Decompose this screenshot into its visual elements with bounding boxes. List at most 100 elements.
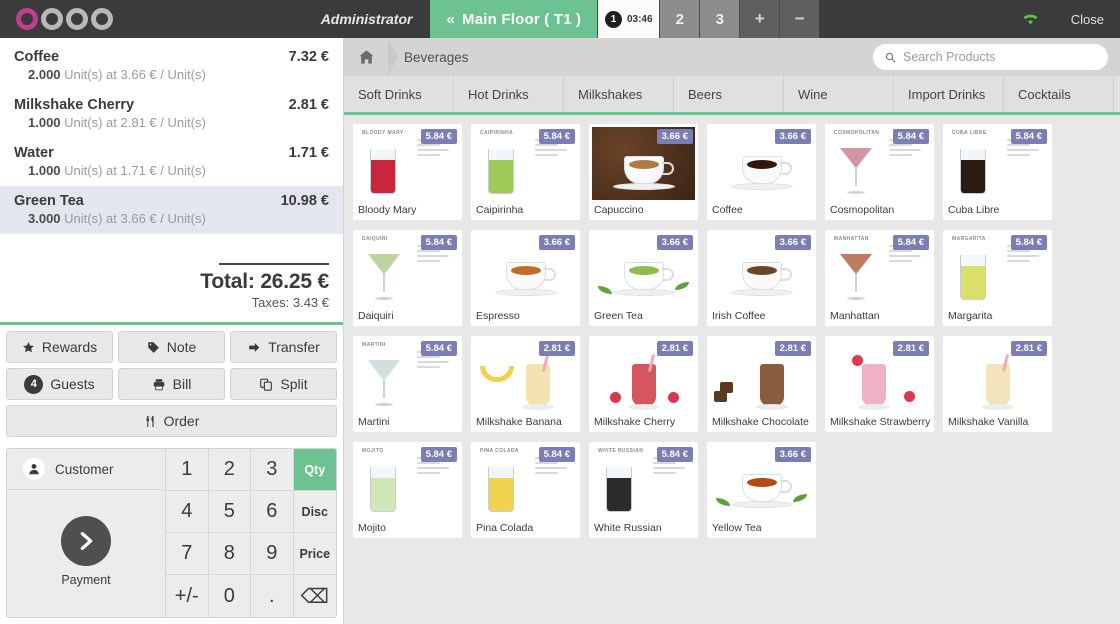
product-art-caption: WHITE RUSSIAN: [598, 448, 644, 454]
split-button[interactable]: Split: [230, 368, 337, 400]
admin-username: Administrator: [320, 11, 413, 27]
remove-order-button[interactable]: −: [779, 0, 820, 38]
numpad-key-6[interactable]: 6: [251, 491, 294, 533]
order-line-unit: Unit(s) at 2.81 € / Unit(s): [64, 115, 206, 130]
minus-icon: −: [794, 9, 805, 28]
martini-glass-icon: [840, 254, 872, 300]
product-art-caption: PINA COLADA: [480, 448, 519, 454]
product-price-badge: 3.66 €: [774, 447, 811, 462]
product-card[interactable]: 5.84 € MANHATTAN Manhattan: [825, 230, 934, 326]
printer-icon: [152, 378, 166, 391]
numpad-key-1[interactable]: 1: [166, 449, 209, 491]
customer-button[interactable]: Customer: [7, 449, 165, 490]
product-name: Margarita: [948, 310, 993, 322]
order-line[interactable]: Coffee 7.32 € 2.000 Unit(s) at 3.66 € / Un…: [0, 42, 343, 90]
order-lines-list[interactable]: Coffee 7.32 € 2.000 Unit(s) at 3.66 € / Un…: [0, 38, 343, 261]
product-price-badge: 5.84 €: [1010, 235, 1047, 250]
numpad-backspace-button[interactable]: ⌫: [293, 575, 336, 617]
order-tab-1[interactable]: 1 03:46: [597, 0, 660, 38]
product-card[interactable]: 5.84 € WHITE RUSSIAN White Russian: [589, 442, 698, 538]
category-tab-cocktails[interactable]: Cocktails: [1004, 76, 1114, 112]
guests-button[interactable]: 4 Guests: [6, 368, 113, 400]
product-card[interactable]: 5.84 € BLOODY MARY Bloody Mary: [353, 124, 462, 220]
home-icon: [358, 50, 374, 64]
product-card[interactable]: 2.81 € Milkshake Vanilla: [943, 336, 1052, 432]
product-card[interactable]: 3.66 € Yellow Tea: [707, 442, 816, 538]
product-card[interactable]: 2.81 € Milkshake Strawberry: [825, 336, 934, 432]
product-price-badge: 5.84 €: [538, 129, 575, 144]
order-line[interactable]: Milkshake Cherry 2.81 € 1.000 Unit(s) at 2…: [0, 90, 343, 138]
numpad-mode-qty[interactable]: Qty: [293, 449, 336, 491]
numpad-key-9[interactable]: 9: [251, 533, 294, 575]
product-card[interactable]: 2.81 € Milkshake Chocolate: [707, 336, 816, 432]
numpad-key-4[interactable]: 4: [166, 491, 209, 533]
product-card[interactable]: 3.66 € Green Tea: [589, 230, 698, 326]
product-card[interactable]: 2.81 € Milkshake Cherry: [589, 336, 698, 432]
product-card[interactable]: 5.84 € PINA COLADA Pina Colada: [471, 442, 580, 538]
transfer-button[interactable]: Transfer: [230, 331, 337, 363]
category-tab-import-drinks[interactable]: Import Drinks: [894, 76, 1004, 112]
product-card[interactable]: 3.66 € Espresso: [471, 230, 580, 326]
chocolate-icon-2: [720, 382, 733, 393]
search-input[interactable]: Search Products: [873, 44, 1108, 70]
cup-icon: [623, 156, 674, 184]
category-tab-beers[interactable]: Beers: [674, 76, 784, 112]
product-card[interactable]: 5.84 € MARTINI Martini: [353, 336, 462, 432]
breadcrumb-category: Beverages: [404, 49, 469, 65]
note-button[interactable]: Note: [118, 331, 225, 363]
rewards-button[interactable]: Rewards: [6, 331, 113, 363]
numpad-keys[interactable]: 1 2 3 Qty 4 5 6 Disc 7 8 9 Price +/- 0. ⌫: [166, 449, 336, 617]
product-card[interactable]: 5.84 € MARGARITA Margarita: [943, 230, 1052, 326]
close-button[interactable]: Close: [1055, 0, 1120, 38]
product-art-caption: CUBA LIBRE: [952, 130, 987, 136]
action-row-1: Rewards Note Transfer: [6, 331, 337, 363]
category-tabs[interactable]: Soft Drinks Hot Drinks Milkshakes Beers Wine…: [344, 76, 1120, 115]
add-order-button[interactable]: +: [739, 0, 780, 38]
order-tab-1-number: 1: [604, 10, 622, 28]
product-card[interactable]: 5.84 € CUBA LIBRE Cuba Libre: [943, 124, 1052, 220]
product-price-badge: 3.66 €: [656, 235, 693, 250]
numpad-key-5[interactable]: 5: [208, 491, 251, 533]
product-price-badge: 5.84 €: [420, 447, 457, 462]
numpad-key-7[interactable]: 7: [166, 533, 209, 575]
product-card[interactable]: 2.81 € Milkshake Banana: [471, 336, 580, 432]
product-price-badge: 3.66 €: [538, 235, 575, 250]
numpad-mode-price[interactable]: Price: [293, 533, 336, 575]
numpad-key-0[interactable]: 0: [208, 575, 251, 617]
product-card[interactable]: 3.66 € Capuccino: [589, 124, 698, 220]
payment-button[interactable]: Payment: [7, 490, 165, 617]
numpad-key-3[interactable]: 3: [251, 449, 294, 491]
order-tab-2[interactable]: 2: [659, 0, 700, 38]
product-card[interactable]: 5.84 € COSMOPOLITAN Cosmopolitan: [825, 124, 934, 220]
numpad-key-2[interactable]: 2: [208, 449, 251, 491]
order-button[interactable]: Order: [6, 405, 337, 437]
breadcrumb-home-button[interactable]: [344, 49, 388, 65]
user-zone[interactable]: Administrator: [225, 0, 430, 38]
product-art-caption: MANHATTAN: [834, 236, 869, 242]
category-tab-hot-drinks[interactable]: Hot Drinks: [454, 76, 564, 112]
product-card[interactable]: 5.84 € DAIQUIRI Daiquiri: [353, 230, 462, 326]
product-grid[interactable]: 5.84 € BLOODY MARY Bloody Mary 5.84 € CAIPIR…: [344, 115, 1120, 624]
product-card[interactable]: 3.66 € Irish Coffee: [707, 230, 816, 326]
odoo-logo[interactable]: [0, 0, 225, 38]
product-name: Milkshake Cherry: [594, 416, 676, 428]
category-tab-milkshakes[interactable]: Milkshakes: [564, 76, 674, 112]
category-tab-soft-drinks[interactable]: Soft Drinks: [344, 76, 454, 112]
wifi-status[interactable]: [1007, 0, 1055, 38]
order-line[interactable]: Green Tea 10.98 € 3.000 Unit(s) at 3.66 € …: [0, 186, 343, 234]
product-card[interactable]: 3.66 € Coffee: [707, 124, 816, 220]
order-line-price: 1.71 €: [288, 145, 329, 161]
category-tab-wine[interactable]: Wine: [784, 76, 894, 112]
numpad-key-8[interactable]: 8: [208, 533, 251, 575]
floor-button[interactable]: « Main Floor ( T1 ): [430, 0, 598, 38]
order-tab-3[interactable]: 3: [699, 0, 740, 38]
product-card[interactable]: 5.84 € CAIPIRINHA Caipirinha: [471, 124, 580, 220]
numpad-mode-disc[interactable]: Disc: [293, 491, 336, 533]
numpad-key-.[interactable]: .: [251, 575, 294, 617]
bill-button[interactable]: Bill: [118, 368, 225, 400]
numpad-key-+/-[interactable]: +/-: [166, 575, 209, 617]
glass-icon: [370, 149, 396, 194]
order-line[interactable]: Water 1.71 € 1.000 Unit(s) at 1.71 € / Uni…: [0, 138, 343, 186]
product-card[interactable]: 5.84 € MOJITO Mojito: [353, 442, 462, 538]
